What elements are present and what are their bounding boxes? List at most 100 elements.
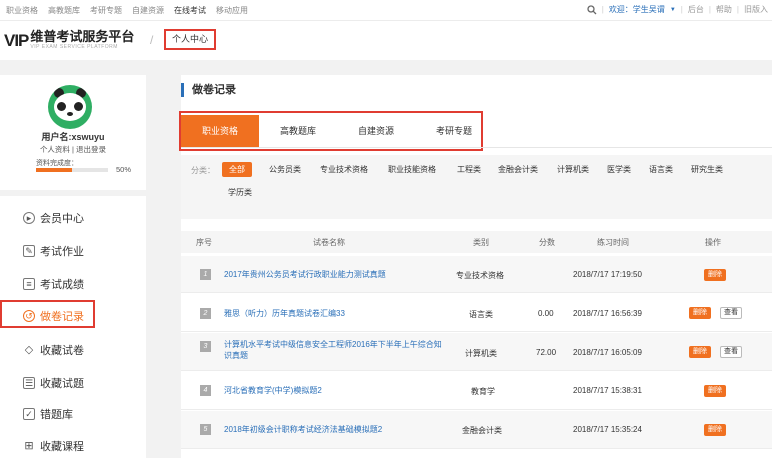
top-nav-item-higher-ed[interactable]: 高教题库 (48, 5, 80, 16)
delete-button[interactable]: 删除 (689, 346, 711, 358)
row-number: 5 (200, 424, 211, 435)
filter-degree[interactable]: 学历类 (228, 185, 252, 200)
sidebar-item-label: 会员中心 (40, 213, 84, 225)
practice-time: 2018/7/17 16:56:39 (573, 309, 642, 318)
table-row: 5 2018年初级会计职称考试经济法基础模拟题2 金融会计类 2018/7/17… (181, 411, 772, 449)
column-header: 分数 (539, 238, 555, 247)
column-header: 类别 (473, 238, 489, 247)
top-bar: 职业资格 高教题库 考研专题 自建资源 在线考试 移动应用 | 欢迎：学生吴谓 … (0, 0, 772, 21)
paper-title-link[interactable]: 2017年贵州公务员考试行政职业能力测试真题 (224, 269, 386, 280)
divider: | (601, 5, 604, 14)
row-number: 1 (200, 269, 211, 280)
avatar[interactable] (48, 85, 92, 129)
breadcrumb-personal-center[interactable]: 个人中心 (164, 29, 217, 50)
edit-icon: ✎ (23, 245, 35, 257)
link-old-version[interactable]: 旧版入 (744, 4, 768, 15)
link-help[interactable]: 帮助 (716, 4, 732, 15)
sidebar-item-exam-homework[interactable]: ✎ 考试作业 (0, 235, 146, 267)
paper-title-link[interactable]: 河北省教育学(中学)模拟题2 (224, 385, 322, 396)
filter-professional-tech[interactable]: 专业技术资格 (320, 162, 368, 177)
profile-links[interactable]: 个人资料 | 退出登录 (0, 144, 146, 155)
top-nav: 职业资格 高教题库 考研专题 自建资源 在线考试 移动应用 (6, 5, 248, 16)
welcome-user[interactable]: 欢迎：学生吴谓 (609, 4, 665, 15)
paper-category: 专业技术资格 (456, 271, 504, 280)
filter-language[interactable]: 语言类 (649, 162, 673, 177)
completion-bar (36, 168, 108, 172)
table-header: 序号 试卷名称 类别 分数 练习时间 操作 (181, 231, 772, 253)
chevron-down-icon[interactable]: ▼ (670, 7, 676, 13)
filter-postgrad[interactable]: 研究生类 (691, 162, 723, 177)
sidebar-item-label: 收藏课程 (40, 441, 84, 453)
logo-title: 维普考试服务平台 (30, 29, 135, 44)
filter-finance-accounting[interactable]: 金融会计类 (498, 162, 538, 177)
sidebar-item-label: 考试成绩 (40, 279, 84, 291)
sidebar-item-wrong-questions[interactable]: ✓ 错题库 (0, 398, 146, 430)
view-button[interactable]: 查看 (720, 346, 742, 358)
sidebar-item-label: 收藏试卷 (40, 345, 84, 357)
delete-button[interactable]: 删除 (704, 424, 726, 436)
layers-icon: ◇ (24, 343, 34, 356)
paper-category: 金融会计类 (462, 426, 502, 435)
filter-all[interactable]: 全部 (222, 162, 252, 177)
top-nav-item-postgrad[interactable]: 考研专题 (90, 5, 122, 16)
profile-card: 用户名:xswuyu 个人资料 | 退出登录 资料完成度： 50% (0, 75, 146, 190)
clipboard-icon: ✓ (23, 408, 35, 420)
active-item-highlight (0, 300, 95, 328)
view-button[interactable]: 查看 (720, 307, 742, 319)
main-panel: 做卷记录 职业资格 高教题库 自建资源 考研专题 分类： 全部 公务员类 专业技… (179, 75, 772, 458)
practice-time: 2018/7/17 17:19:50 (573, 270, 642, 279)
filter-civil-servant[interactable]: 公务员类 (269, 162, 301, 177)
top-nav-item-mobile[interactable]: 移动应用 (216, 5, 248, 16)
site-logo[interactable]: VIP 维普考试服务平台 VIP EXAM SERVICE PLATFORM (4, 29, 135, 51)
username: 用户名:xswuyu (41, 132, 105, 142)
top-nav-item-vocational[interactable]: 职业资格 (6, 5, 38, 16)
play-circle-icon: ▸ (23, 212, 35, 224)
divider: | (708, 5, 711, 14)
sidebar-item-exam-scores[interactable]: ≡ 考试成绩 (0, 268, 146, 300)
practice-time: 2018/7/17 15:35:24 (573, 425, 642, 434)
row-number: 3 (200, 341, 211, 352)
paper-category: 语言类 (469, 310, 493, 319)
completion-label: 资料完成度： (36, 160, 78, 167)
delete-button[interactable]: 删除 (704, 269, 726, 281)
sidebar-item-saved-papers[interactable]: ◇ 收藏试卷 (0, 334, 146, 366)
delete-button[interactable]: 删除 (704, 385, 726, 397)
link-admin[interactable]: 后台 (688, 4, 704, 15)
column-header: 练习时间 (597, 238, 629, 247)
top-nav-item-custom[interactable]: 自建资源 (132, 5, 164, 16)
list-icon: ☰ (23, 377, 35, 389)
row-number: 4 (200, 385, 211, 396)
filter-medicine[interactable]: 医学类 (607, 162, 631, 177)
category-filter: 分类： 全部 公务员类 专业技术资格 职业技能资格 工程类 金融会计类 计算机类… (181, 155, 772, 219)
paper-title-link[interactable]: 2018年初级会计职称考试经济法基础模拟题2 (224, 424, 382, 435)
filter-engineering[interactable]: 工程类 (457, 162, 481, 177)
filter-vocational-skills[interactable]: 职业技能资格 (388, 162, 436, 177)
tabs-highlight (179, 111, 483, 151)
top-nav-item-online-exam[interactable]: 在线考试 (174, 5, 206, 16)
sidebar-item-member-center[interactable]: ▸ 会员中心 (0, 202, 146, 234)
paper-score: 0.00 (538, 309, 554, 318)
delete-button[interactable]: 删除 (689, 307, 711, 319)
column-header: 操作 (705, 238, 721, 247)
completion-value: 50% (116, 165, 132, 174)
divider: | (736, 5, 739, 14)
paper-score: 72.00 (536, 348, 557, 357)
paper-title-link[interactable]: 计算机水平考试中级信息安全工程师2016年下半年上午综合知识真题 (224, 339, 446, 361)
paper-category: 计算机类 (465, 349, 497, 358)
top-right: | 欢迎：学生吴谓 ▼ | 后台 | 帮助 | 旧版入 (587, 4, 768, 15)
filter-label: 分类： (191, 166, 215, 175)
grid-icon: ⊞ (24, 439, 34, 452)
row-number: 2 (200, 308, 211, 319)
practice-time: 2018/7/17 16:05:09 (573, 348, 642, 357)
table-row: 1 2017年贵州公务员考试行政职业能力测试真题 专业技术资格 2018/7/1… (181, 256, 772, 293)
search-icon[interactable] (587, 4, 597, 15)
filter-computer[interactable]: 计算机类 (557, 162, 589, 177)
sidebar-item-saved-questions[interactable]: ☰ 收藏试题 (0, 367, 146, 399)
header: VIP 维普考试服务平台 VIP EXAM SERVICE PLATFORM /… (0, 21, 772, 60)
sidebar-item-saved-courses[interactable]: ⊞ 收藏课程 (0, 430, 146, 458)
sidebar-item-label: 收藏试题 (40, 378, 84, 390)
table-row: 4 河北省教育学(中学)模拟题2 教育学 2018/7/17 15:38:31 … (181, 372, 772, 410)
practice-time: 2018/7/17 15:38:31 (573, 386, 642, 395)
paper-title-link[interactable]: 雅思（听力）历年真题试卷汇编33 (224, 308, 345, 319)
divider: | (680, 5, 683, 14)
